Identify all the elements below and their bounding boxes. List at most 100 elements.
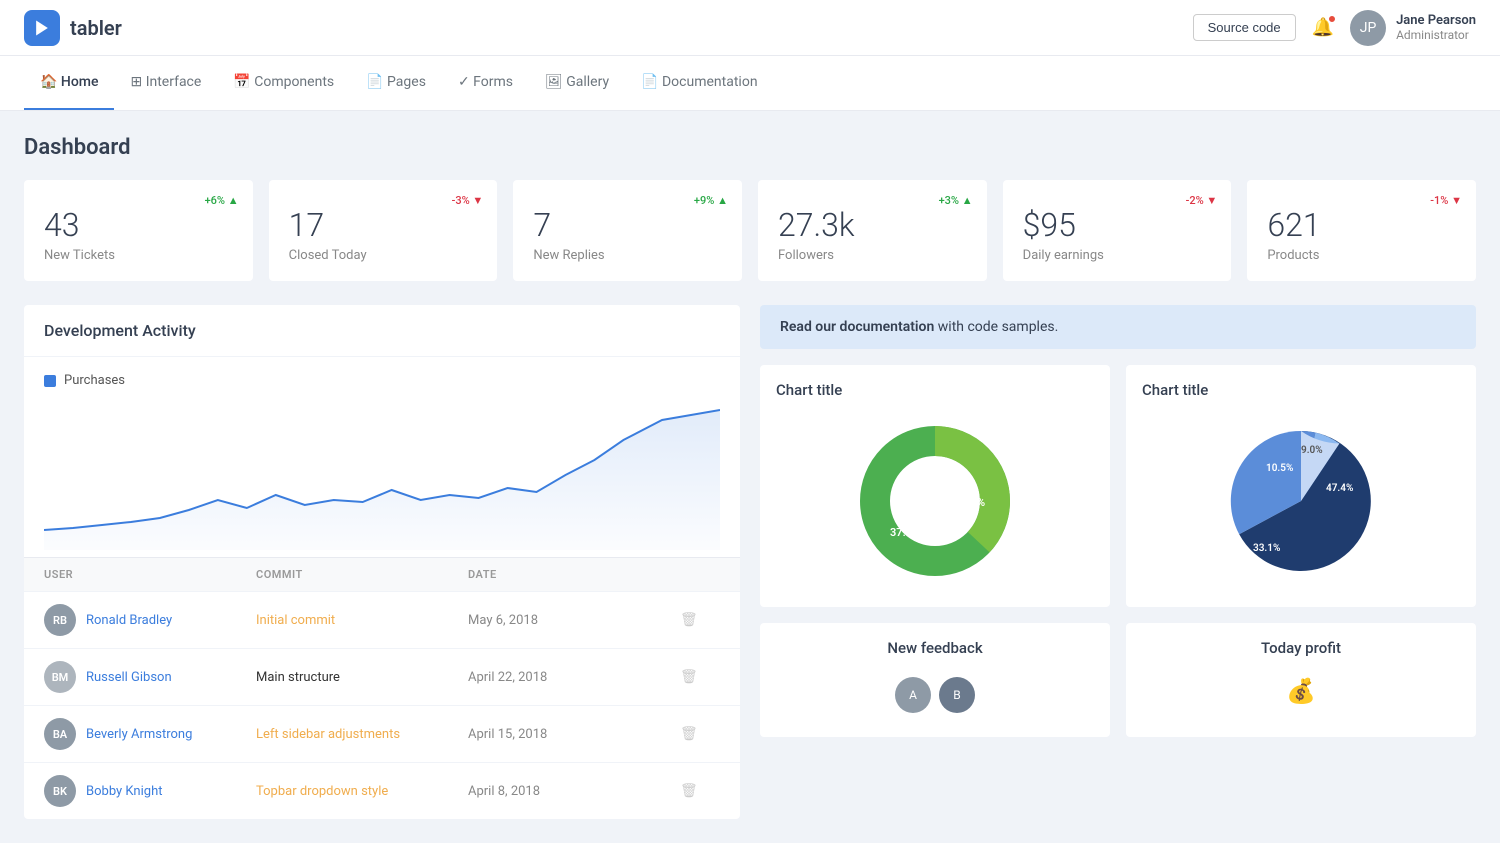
commits-table: USER COMMIT DATE RB Ronald Bradley Initi… [24,557,740,819]
donut-container-2: 47.4% 33.1% 10.5% 9.0% [1142,411,1460,591]
chart-card-1: Chart title 37.0% 63.0% [760,365,1110,607]
stat-value-0: 43 [44,206,233,244]
svg-text:47.4%: 47.4% [1326,483,1353,494]
stats-row: +6% ▲ 43 New Tickets -3% ▼ 17 Closed Tod… [24,180,1476,281]
svg-text:9.0%: 9.0% [1301,445,1323,456]
avatar: JP [1350,10,1386,46]
table-row: BM Russell Gibson Main structure April 2… [24,648,740,705]
stat-card-1: -3% ▼ 17 Closed Today [269,180,498,281]
source-code-button[interactable]: Source code [1193,14,1296,41]
main-content: Dashboard +6% ▲ 43 New Tickets -3% ▼ 17 … [0,111,1500,843]
stat-badge-2: +9% ▲ [694,194,728,207]
row-avatar-1: BM [44,661,76,693]
user-info: Jane Pearson Administrator [1396,13,1476,42]
nav-gallery[interactable]: 🖼 Gallery [529,56,625,110]
nav-interface[interactable]: ⊞ Interface [114,56,217,110]
col-user: USER [44,568,256,581]
stat-value-3: 27.3k [778,206,967,244]
chart-area: Purchases [24,357,740,557]
user-area[interactable]: JP Jane Pearson Administrator [1350,10,1476,46]
bottom-row: New feedback A B Today profit 💰 [760,623,1476,737]
new-feedback-card: New feedback A B [760,623,1110,737]
chart2-title: Chart title [1142,381,1460,399]
row-commit-2: Left sidebar adjustments [256,727,468,742]
page-title: Dashboard [24,135,1476,160]
main-nav: 🏠 Home ⊞ Interface 📅 Components 📄 Pages … [0,56,1500,111]
delete-button-1[interactable]: 🗑 [680,669,720,685]
doc-banner-rest: with code samples. [934,319,1058,335]
dev-activity-card: Development Activity Purchases [24,305,740,819]
user-cell-2: BA Beverly Armstrong [44,718,256,750]
row-date-0: May 6, 2018 [468,613,680,628]
line-chart [44,400,720,550]
stat-label-2: New Replies [533,248,722,263]
stat-label-4: Daily earnings [1023,248,1212,263]
row-avatar-3: BK [44,775,76,807]
user-role: Administrator [1396,28,1476,42]
nav-documentation[interactable]: 📄 Documentation [625,56,773,110]
delete-button-3[interactable]: 🗑 [680,783,720,799]
row-name-0: Ronald Bradley [86,613,172,628]
table-row: BA Beverly Armstrong Left sidebar adjust… [24,705,740,762]
row-commit-1: Main structure [256,670,468,685]
logo-text: tabler [70,16,122,40]
stat-value-2: 7 [533,206,722,244]
chart1-title: Chart title [776,381,1094,399]
col-date: DATE [468,568,680,581]
new-feedback-title: New feedback [776,639,1094,657]
feedback-avatar-2: B [939,677,975,713]
col-commit: COMMIT [256,568,468,581]
nav-home[interactable]: 🏠 Home [24,56,114,110]
stat-value-5: 621 [1267,206,1456,244]
stat-badge-1: -3% ▼ [452,194,484,207]
header-right: Source code 🔔 JP Jane Pearson Administra… [1193,10,1476,46]
user-cell-3: BK Bobby Knight [44,775,256,807]
stat-badge-5: -1% ▼ [1430,194,1462,207]
nav-components[interactable]: 📅 Components [217,56,350,110]
user-cell-0: RB Ronald Bradley [44,604,256,636]
stat-label-0: New Tickets [44,248,233,263]
dev-activity-title: Development Activity [44,321,196,340]
doc-banner-bold: Read our documentation [780,319,934,335]
stat-value-1: 17 [289,206,478,244]
header: tabler Source code 🔔 JP Jane Pearson Adm… [0,0,1500,56]
legend-label: Purchases [64,373,125,388]
stat-badge-4: -2% ▼ [1186,194,1218,207]
nav-pages[interactable]: 📄 Pages [350,56,442,110]
user-name: Jane Pearson [1396,13,1476,28]
delete-button-2[interactable]: 🗑 [680,726,720,742]
logo-area: tabler [24,10,122,46]
feedback-avatar-1: A [895,677,931,713]
stat-card-5: -1% ▼ 621 Products [1247,180,1476,281]
stat-value-4: $95 [1023,206,1212,244]
content-row: Development Activity Purchases [24,305,1476,819]
table-row: BK Bobby Knight Topbar dropdown style Ap… [24,762,740,819]
stat-card-2: +9% ▲ 7 New Replies [513,180,742,281]
today-profit-title: Today profit [1142,639,1460,657]
pie-chart-2: 47.4% 33.1% 10.5% 9.0% [1201,411,1401,591]
notification-bell[interactable]: 🔔 [1312,17,1334,38]
today-profit-card: Today profit 💰 [1126,623,1476,737]
user-cell-1: BM Russell Gibson [44,661,256,693]
table-header: USER COMMIT DATE [24,557,740,591]
donut-container-1: 37.0% 63.0% [776,411,1094,591]
svg-text:33.1%: 33.1% [1253,543,1280,554]
right-panel: Read our documentation with code samples… [760,305,1476,819]
stat-label-1: Closed Today [289,248,478,263]
chart-legend: Purchases [44,373,720,388]
row-avatar-0: RB [44,604,76,636]
row-name-2: Beverly Armstrong [86,727,192,742]
row-avatar-2: BA [44,718,76,750]
nav-forms[interactable]: ✓ Forms [442,56,529,110]
row-commit-0: Initial commit [256,613,468,628]
stat-badge-3: +3% ▲ [939,194,973,207]
donut-chart-1: 37.0% 63.0% [845,411,1025,591]
row-name-1: Russell Gibson [86,670,172,685]
stat-card-3: +3% ▲ 27.3k Followers [758,180,987,281]
row-date-1: April 22, 2018 [468,670,680,685]
doc-banner: Read our documentation with code samples… [760,305,1476,349]
stat-label-3: Followers [778,248,967,263]
svg-text:10.5%: 10.5% [1266,463,1293,474]
table-rows: RB Ronald Bradley Initial commit May 6, … [24,591,740,819]
delete-button-0[interactable]: 🗑 [680,612,720,628]
